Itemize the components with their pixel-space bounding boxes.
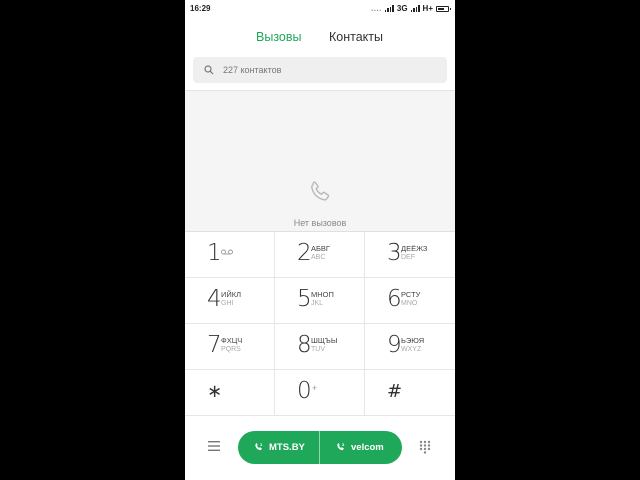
key-plus: + [312, 383, 318, 393]
key-letters-ru: АБВГ [311, 244, 330, 253]
key-hash[interactable]: # [365, 370, 455, 416]
search-bar[interactable] [193, 57, 447, 83]
key-digit: 6 [387, 286, 402, 312]
key-letters-en: PQRS [221, 346, 241, 353]
key-star[interactable]: ∗ [185, 370, 275, 416]
key-letters-en: GHI [221, 300, 234, 307]
empty-state-text: Нет вызовов [293, 218, 347, 228]
signal-icon [384, 5, 394, 12]
key-letters-ru: МНОП [311, 290, 334, 299]
key-1[interactable]: 1 [185, 232, 275, 278]
call-log-empty-area: Нет вызовов [185, 91, 455, 231]
dial-keypad: 1 2 АБВГ ABC 3 ДЕЁЖЗ DEF 4 ИЙКЛ GHI 5 МН… [185, 231, 455, 416]
key-letters-ru: ИЙКЛ [221, 290, 242, 299]
key-symbol: # [387, 381, 403, 402]
key-digit: 5 [297, 286, 312, 312]
svg-text:2: 2 [342, 443, 345, 447]
key-4[interactable]: 4 ИЙКЛ GHI [185, 278, 275, 324]
key-letters-en: DEF [401, 254, 415, 261]
svg-text:1: 1 [260, 443, 263, 447]
call-sim1-button[interactable]: 1 MTS.BY [238, 431, 319, 464]
hamburger-menu-icon[interactable] [208, 440, 220, 452]
key-digit: 8 [297, 332, 312, 358]
status-dots: .... [370, 4, 382, 13]
key-digit: 9 [387, 332, 402, 358]
key-letters-ru: ЬЭЮЯ [401, 336, 425, 345]
key-digit: 7 [207, 332, 222, 358]
key-6[interactable]: 6 РСТУ MNO [365, 278, 455, 324]
tab-contacts[interactable]: Контакты [329, 30, 383, 44]
tab-bar: Вызовы Контакты [185, 30, 455, 48]
key-5[interactable]: 5 МНОП JKL [275, 278, 365, 324]
key-digit: 0 [297, 378, 312, 404]
key-7[interactable]: 7 ФХЦЧ PQRS [185, 324, 275, 370]
key-9[interactable]: 9 ЬЭЮЯ WXYZ [365, 324, 455, 370]
key-symbol: ∗ [207, 381, 223, 402]
status-icons: .... 3G H+ [370, 4, 451, 13]
status-time: 16:29 [190, 4, 211, 13]
sim1-label: MTS.BY [269, 442, 305, 453]
key-letters-en: MNO [401, 300, 418, 307]
key-8[interactable]: 8 ШЩЪЫ TUV [275, 324, 365, 370]
key-2[interactable]: 2 АБВГ ABC [275, 232, 365, 278]
bottom-bar: 1 MTS.BY 2 velcom [185, 416, 455, 480]
network-label-2: H+ [422, 4, 433, 13]
key-digit: 2 [297, 240, 312, 266]
key-letters-en: WXYZ [401, 346, 422, 353]
key-0[interactable]: 0 + [275, 370, 365, 416]
phone-sim2-icon: 2 [337, 443, 345, 451]
phone-sim1-icon: 1 [255, 443, 263, 451]
phone-icon [311, 181, 330, 201]
key-letters-en: JKL [311, 300, 324, 307]
key-letters-ru: ФХЦЧ [221, 336, 243, 345]
dialpad-grid-icon[interactable] [419, 440, 431, 454]
tab-calls[interactable]: Вызовы [256, 30, 302, 44]
key-letters-en: TUV [311, 346, 325, 353]
network-label-1: 3G [396, 4, 408, 13]
voicemail-icon [221, 249, 233, 255]
search-input[interactable] [223, 57, 433, 83]
key-digit: 3 [387, 240, 402, 266]
call-sim2-button[interactable]: 2 velcom [320, 431, 402, 464]
key-letters-ru: ДЕЁЖЗ [401, 244, 428, 253]
phone-screen: 16:29 .... 3G H+ Вызовы Контакты Нет [185, 0, 455, 480]
key-3[interactable]: 3 ДЕЁЖЗ DEF [365, 232, 455, 278]
key-digit: 4 [207, 286, 222, 312]
key-letters-ru: РСТУ [401, 290, 421, 299]
key-letters-en: ABC [311, 254, 326, 261]
key-letters-ru: ШЩЪЫ [311, 336, 338, 345]
battery-icon [436, 5, 451, 12]
signal-icon-2 [410, 5, 420, 12]
sim2-label: velcom [351, 442, 384, 453]
search-icon [204, 65, 214, 75]
key-digit: 1 [207, 240, 222, 266]
status-bar: 16:29 .... 3G H+ [185, 0, 455, 18]
